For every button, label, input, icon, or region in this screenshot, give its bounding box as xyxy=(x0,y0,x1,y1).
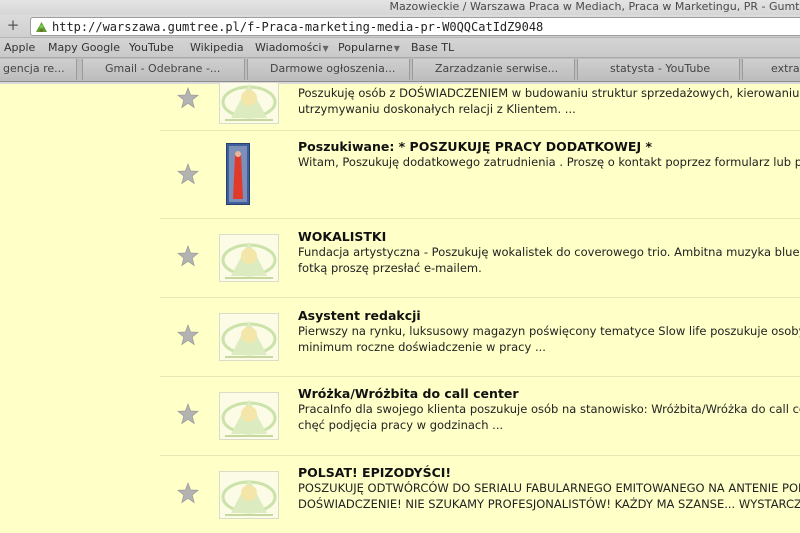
listing-description: POSZUKUJĘ ODTWÓRCÓW DO SERIALU FABULARNE… xyxy=(298,481,800,495)
listing-title[interactable]: POLSAT! EPIZODYŚCI! xyxy=(298,465,451,480)
star-icon[interactable] xyxy=(177,482,199,504)
bookmark-wiadomosci[interactable]: Wiadomości▼ xyxy=(255,41,329,56)
bookmark-apple[interactable]: Apple xyxy=(4,41,35,55)
bookmark-mapy-google[interactable]: Mapy Google xyxy=(48,41,120,55)
chevron-down-icon: ▼ xyxy=(393,44,400,53)
star-icon[interactable] xyxy=(177,87,199,109)
tab-statysta-youtube[interactable]: statysta - YouTube xyxy=(577,59,740,80)
listing-row: WOKALISTKI Fundacja artystyczna - Poszuk… xyxy=(160,218,800,298)
window-titlebar: Mazowieckie / Warszawa Praca w Mediach, … xyxy=(0,0,800,15)
listing-description: DOŚWIADCZENIE! NIE SZUKAMY PROFESJONALIS… xyxy=(298,497,800,511)
star-icon[interactable] xyxy=(177,245,199,267)
listing-photo[interactable] xyxy=(226,143,250,205)
tab-gmail[interactable]: Gmail - Odebrane -... xyxy=(82,59,245,80)
tab-darmowe-ogloszenia[interactable]: Darmowe ogłoszenia... xyxy=(247,59,410,80)
gumtree-logo-icon[interactable] xyxy=(219,392,279,440)
bookmark-popularne[interactable]: Popularne▼ xyxy=(338,41,400,56)
window-title: Mazowieckie / Warszawa Praca w Mediach, … xyxy=(389,0,800,13)
bookmark-base-tl[interactable]: Base TL xyxy=(411,41,454,55)
listing-row: POLSAT! EPIZODYŚCI! POSZUKUJĘ ODTWÓRCÓW … xyxy=(160,455,800,533)
listing-description: Pierwszy na rynku, luksusowy magazyn poś… xyxy=(298,324,800,338)
gumtree-favicon-icon xyxy=(36,22,47,32)
gumtree-logo-icon[interactable] xyxy=(219,471,279,519)
listing-title[interactable]: Asystent redakcji xyxy=(298,308,421,323)
bookmark-wikipedia[interactable]: Wikipedia xyxy=(190,41,244,55)
gumtree-logo-icon[interactable] xyxy=(219,83,279,124)
tab-bar: gencja re... Gmail - Odebrane -... Darmo… xyxy=(0,58,800,82)
listing-title[interactable]: Poszukiwane: * POSZUKUJĘ PRACY DODATKOWE… xyxy=(298,139,652,154)
url-text: http://warszawa.gumtree.pl/f-Praca-marke… xyxy=(52,20,544,34)
listing-row: Poszukiwane: * POSZUKUJĘ PRACY DODATKOWE… xyxy=(160,130,800,226)
star-icon[interactable] xyxy=(177,324,199,346)
browser-chrome: Mazowieckie / Warszawa Praca w Mediach, … xyxy=(0,0,800,84)
bookmark-youtube[interactable]: YouTube xyxy=(129,41,174,55)
listing-title[interactable]: WOKALISTKI xyxy=(298,229,386,244)
star-icon[interactable] xyxy=(177,403,199,425)
gumtree-logo-icon[interactable] xyxy=(219,234,279,282)
chevron-down-icon: ▼ xyxy=(322,44,329,53)
listing-description: chęć podjęcia pracy w godzinach ... xyxy=(298,418,504,432)
listing-description: utrzymywaniu doskonałych relacji z Klien… xyxy=(298,102,576,116)
listing-row: Poszukuję osób z DOŚWIADCZENIEM w budowa… xyxy=(160,83,800,130)
listing-description: fotką proszę przesłać e-mailem. xyxy=(298,261,482,275)
star-icon[interactable] xyxy=(177,163,199,185)
url-field[interactable]: http://warszawa.gumtree.pl/f-Praca-marke… xyxy=(30,17,800,36)
gumtree-logo-icon[interactable] xyxy=(219,313,279,361)
listing-description: Poszukuję osób z DOŚWIADCZENIEM w budowa… xyxy=(298,86,800,100)
listing-description: Fundacja artystyczna - Poszukuję wokalis… xyxy=(298,245,800,259)
listings-list: Poszukuję osób z DOŚWIADCZENIEM w budowa… xyxy=(0,83,800,533)
listing-description: Witam, Poszukuję dodatkowego zatrudnieni… xyxy=(298,155,800,169)
tab-agencja[interactable]: gencja re... xyxy=(0,59,77,80)
bookmarks-bar: Apple Mapy Google YouTube Wikipedia Wiad… xyxy=(0,38,800,58)
listing-description: PracaInfo dla swojego klienta poszukuje … xyxy=(298,402,800,416)
new-tab-button[interactable]: + xyxy=(2,18,24,35)
listing-description: minimum roczne doświadczenie w pracy ... xyxy=(298,340,546,354)
listing-title[interactable]: Wróżka/Wróżbita do call center xyxy=(298,386,519,401)
tab-extra[interactable]: extra xyxy=(742,59,800,80)
tab-zarzadzanie-serwise[interactable]: Zarzadzanie serwise... xyxy=(412,59,575,80)
listing-row: Wróżka/Wróżbita do call center PracaInfo… xyxy=(160,376,800,456)
address-toolbar: + http://warszawa.gumtree.pl/f-Praca-mar… xyxy=(0,15,800,38)
listing-row: Asystent redakcji Pierwszy na rynku, luk… xyxy=(160,297,800,377)
